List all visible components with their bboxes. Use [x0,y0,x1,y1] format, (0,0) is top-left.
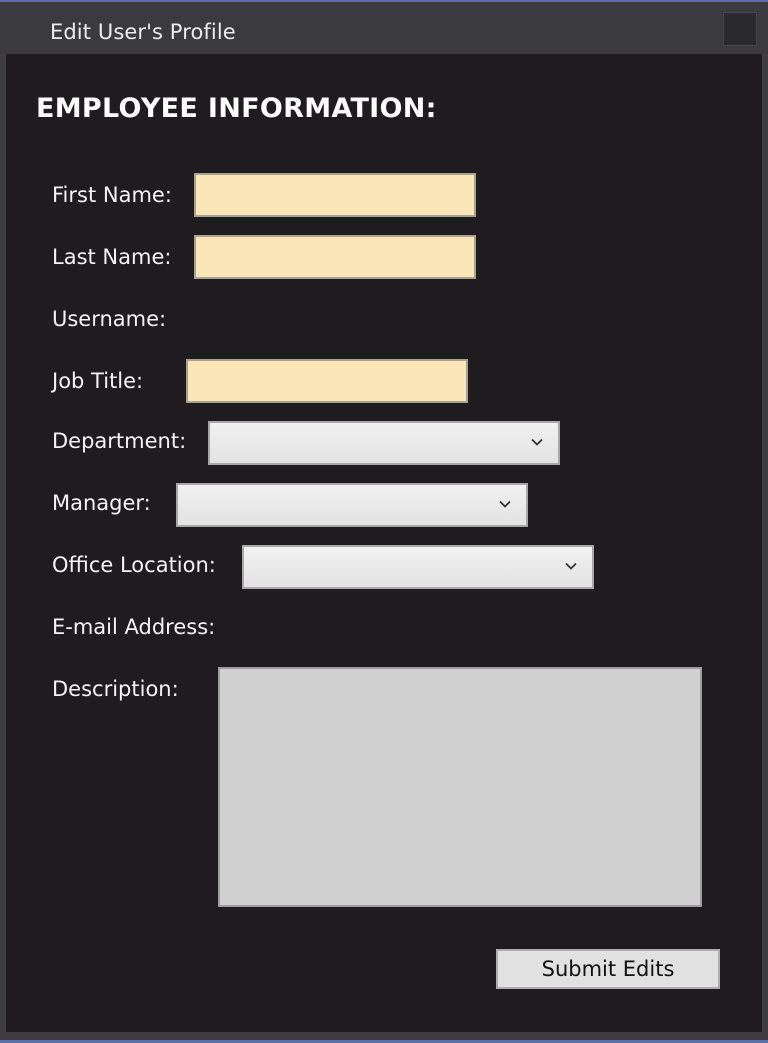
manager-dropdown[interactable] [176,483,528,527]
department-dropdown[interactable] [208,421,560,465]
edit-profile-window: Edit User's Profile EMPLOYEE INFORMATION… [0,0,768,1043]
title-bar[interactable]: Edit User's Profile [0,2,768,54]
submit-edits-button[interactable]: Submit Edits [496,949,720,989]
page-title: EMPLOYEE INFORMATION: [36,93,437,124]
window-title: Edit User's Profile [50,20,236,44]
description-textarea[interactable] [218,667,702,907]
chevron-down-icon [499,500,511,508]
chevron-down-icon [565,562,577,570]
manager-label: Manager: [52,491,151,515]
chevron-down-icon [531,438,543,446]
email-label: E-mail Address: [52,615,216,639]
first-name-input[interactable] [194,173,476,217]
department-label: Department: [52,429,187,453]
form-panel: EMPLOYEE INFORMATION: First Name: Last N… [6,54,762,1032]
username-label: Username: [52,307,167,331]
office-location-label: Office Location: [52,553,216,577]
description-label: Description: [52,677,179,701]
window-control-icon[interactable] [723,12,757,46]
office-location-dropdown[interactable] [242,545,594,589]
last-name-input[interactable] [194,235,476,279]
last-name-label: Last Name: [52,245,172,269]
job-title-label: Job Title: [52,369,144,393]
job-title-input[interactable] [186,359,468,403]
first-name-label: First Name: [52,183,172,207]
